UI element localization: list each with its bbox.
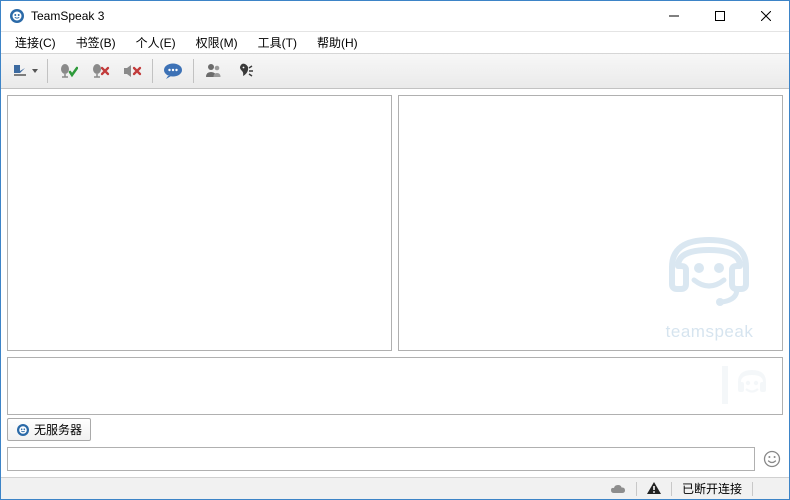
- emoji-button[interactable]: [761, 448, 783, 470]
- teamspeak-watermark-icon: [720, 362, 770, 413]
- tab-label: 无服务器: [34, 421, 82, 438]
- menu-self[interactable]: 个人(E): [126, 32, 186, 53]
- chat-log-panel[interactable]: [7, 357, 783, 415]
- chat-input[interactable]: [7, 447, 755, 471]
- cloud-icon[interactable]: [610, 483, 626, 495]
- menu-connect[interactable]: 连接(C): [5, 32, 66, 53]
- whisper-button[interactable]: [231, 57, 261, 85]
- maximize-button[interactable]: [697, 1, 743, 31]
- chevron-down-icon: [32, 69, 38, 73]
- menu-tools[interactable]: 工具(T): [248, 32, 307, 53]
- mic-activate-button[interactable]: [53, 57, 83, 85]
- main-area: teamspeak: [1, 89, 789, 357]
- toolbar: [1, 53, 789, 89]
- chat-tabs: 无服务器: [7, 419, 783, 441]
- menu-bookmarks[interactable]: 书签(B): [66, 32, 126, 53]
- menubar: 连接(C) 书签(B) 个人(E) 权限(M) 工具(T) 帮助(H): [1, 31, 789, 53]
- menu-help[interactable]: 帮助(H): [307, 32, 368, 53]
- close-button[interactable]: [743, 1, 789, 31]
- chat-input-row: [7, 445, 783, 473]
- info-panel[interactable]: teamspeak: [398, 95, 783, 351]
- app-icon: [9, 8, 25, 24]
- warning-icon[interactable]: [647, 482, 661, 495]
- brand-text: teamspeak: [652, 322, 767, 342]
- teamspeak-logo: teamspeak: [652, 222, 767, 342]
- server-tab-icon: [16, 423, 30, 437]
- chat-button[interactable]: [158, 57, 188, 85]
- mic-mute-button[interactable]: [85, 57, 115, 85]
- menu-permissions[interactable]: 权限(M): [186, 32, 248, 53]
- speaker-mute-button[interactable]: [117, 57, 147, 85]
- minimize-button[interactable]: [651, 1, 697, 31]
- away-toggle-button[interactable]: [7, 57, 42, 85]
- connection-status-text: 已断开连接: [682, 480, 742, 497]
- titlebar: TeamSpeak 3: [1, 1, 789, 31]
- window-title: TeamSpeak 3: [31, 9, 104, 23]
- tab-no-server[interactable]: 无服务器: [7, 418, 91, 441]
- server-tree-panel[interactable]: [7, 95, 392, 351]
- statusbar: 已断开连接: [1, 477, 789, 499]
- contacts-button[interactable]: [199, 57, 229, 85]
